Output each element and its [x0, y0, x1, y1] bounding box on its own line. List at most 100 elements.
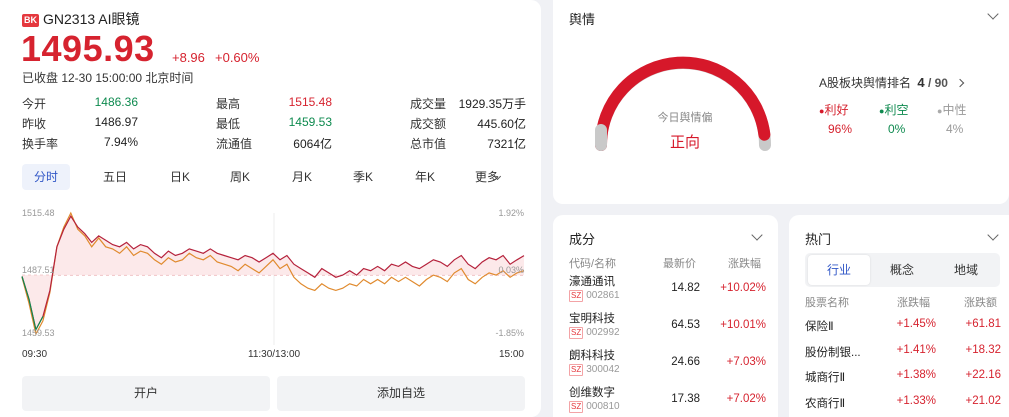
stock-change: +7.03%	[726, 356, 766, 368]
code-text: 002861	[586, 290, 620, 301]
neutral-label: 中性	[942, 103, 967, 117]
hot-pct: +1.45%	[896, 318, 936, 330]
bull-pct: 96%	[828, 122, 853, 136]
col-header-price: 最新价	[663, 258, 696, 270]
chevron-down-icon[interactable]	[751, 229, 763, 241]
stock-change: +10.01%	[720, 319, 766, 331]
stock-change: +7.02%	[726, 393, 766, 405]
stat-label: 总市值	[410, 137, 447, 151]
stat-label: 最低	[216, 117, 241, 131]
chevron-right-icon	[956, 78, 965, 88]
hot-name[interactable]: 股份制银...	[805, 344, 861, 360]
stat-value: 1486.97	[94, 115, 138, 129]
stat-label: 最高	[216, 97, 241, 111]
hot-name[interactable]: 农商行Ⅱ	[805, 395, 845, 411]
components-card: 成分 代码/名称 最新价 涨跌幅 濠通通讯 SZ 002861 14.82 +10.02…	[553, 215, 778, 417]
sentiment-card: 舆情 今日舆情偏 正向 A股板块舆情排名 4 / 90 ●利好 96% ●利空 …	[553, 0, 1009, 204]
rank-total: / 90	[927, 76, 948, 90]
stock-name[interactable]: 宝明科技	[569, 310, 615, 326]
stock-code: SZ 000810	[569, 401, 620, 413]
chevron-down-icon[interactable]	[987, 8, 999, 20]
stat-value: 1459.53	[288, 115, 332, 129]
bull-item: ●利好 96%	[819, 101, 852, 136]
stat-label: 流通值	[216, 137, 253, 151]
tab-2[interactable]: 日K	[160, 164, 200, 190]
stock-name[interactable]: 濠通通讯	[569, 273, 615, 289]
segment-1[interactable]: 概念	[871, 255, 933, 285]
stock-price: 24.66	[671, 356, 700, 368]
hot-amt: +21.02	[965, 394, 1002, 407]
stat-value: 7321亿	[487, 137, 526, 151]
stock-header: BK GN2313 AI眼镜	[22, 9, 140, 29]
x-tick: 15:00	[498, 349, 524, 360]
col-header-name: 代码/名称	[569, 258, 617, 270]
segment-0[interactable]: 行业	[808, 255, 870, 285]
stock-code: SZ 002861	[569, 290, 620, 302]
tab-0[interactable]: 分时	[22, 164, 70, 190]
hot-name[interactable]: 城商行Ⅱ	[805, 369, 845, 385]
x-tick: 11:30/13:00	[248, 349, 301, 360]
hot-pct: +1.33%	[896, 394, 936, 407]
stock-change: +10.02%	[720, 282, 766, 294]
sector-badge: BK	[22, 13, 39, 27]
stat-value: 7.94%	[103, 135, 138, 149]
stat-label: 换手率	[22, 137, 59, 151]
intraday-chart[interactable]	[0, 205, 541, 365]
code-text: 002992	[586, 327, 620, 338]
market-status: 已收盘 12-30 15:00:00 北京时间	[22, 71, 194, 85]
market-badge: SZ	[569, 364, 584, 376]
open-account-button[interactable]: 开户	[22, 376, 270, 411]
hot-pct: +1.38%	[896, 369, 936, 381]
stock-code: SZ 002992	[569, 327, 620, 339]
tab-3[interactable]: 周K	[220, 164, 260, 190]
stock-code: SZ 300042	[569, 364, 620, 376]
market-badge: SZ	[569, 401, 584, 413]
hot-amt: +18.32	[965, 343, 1002, 356]
tab-1[interactable]: 五日	[95, 164, 135, 190]
stock-price: 17.38	[671, 393, 700, 405]
neutral-pct: 4%	[946, 122, 964, 136]
stock-name[interactable]: 朗科科技	[569, 347, 615, 363]
stock-price: 64.53	[671, 319, 700, 331]
segment-2[interactable]: 地域	[935, 255, 997, 285]
rank-label: A股板块舆情排名	[819, 76, 912, 90]
y-left-tick: 1515.48	[22, 208, 55, 218]
chevron-down-icon[interactable]	[987, 229, 999, 241]
change-percent: +0.60%	[215, 50, 260, 65]
col-header-change: 涨跌幅	[728, 258, 761, 270]
bull-label: 利好	[824, 103, 849, 117]
code-text: 300042	[586, 364, 620, 375]
tab-7[interactable]: 更多	[467, 164, 507, 190]
hot-name[interactable]: 保险Ⅱ	[805, 318, 834, 334]
y-left-tick: 1487.51	[22, 265, 55, 275]
rank-value: 4	[917, 75, 925, 90]
stat-label: 成交额	[410, 117, 447, 131]
stat-value: 6064亿	[293, 137, 332, 151]
y-right-tick: 1.92%	[498, 208, 524, 218]
price: 1495.93	[21, 28, 155, 69]
add-watchlist-button[interactable]: 添加自选	[277, 376, 525, 411]
stat-label: 成交量	[410, 97, 447, 111]
price-area	[22, 216, 524, 330]
hot-amt: +61.81	[965, 318, 1002, 330]
stock-price: 14.82	[671, 282, 700, 294]
col-header-amt: 涨跌额	[964, 297, 997, 309]
gauge-label: 今日舆情偏	[657, 112, 713, 124]
sector-rank[interactable]: A股板块舆情排名 4 / 90	[819, 74, 965, 91]
stat-value: 1515.48	[288, 95, 332, 109]
stock-name[interactable]: 创维数字	[569, 384, 615, 400]
stat-value: 445.60亿	[477, 117, 526, 131]
hot-amt: +22.16	[965, 369, 1002, 381]
sentiment-title: 舆情	[569, 12, 596, 27]
neutral-item: ●中性 4%	[937, 101, 966, 136]
tab-6[interactable]: 年K	[405, 164, 445, 190]
tab-4[interactable]: 月K	[282, 164, 322, 190]
components-title: 成分	[569, 232, 596, 247]
stat-label: 今开	[22, 97, 47, 111]
stock-name: GN2313 AI眼镜	[43, 11, 140, 27]
tab-5[interactable]: 季K	[343, 164, 383, 190]
stat-value: 1486.36	[94, 95, 138, 109]
x-tick: 09:30	[22, 349, 48, 360]
hot-pct: +1.41%	[896, 343, 936, 356]
stat-value: 1929.35万手	[458, 97, 526, 111]
